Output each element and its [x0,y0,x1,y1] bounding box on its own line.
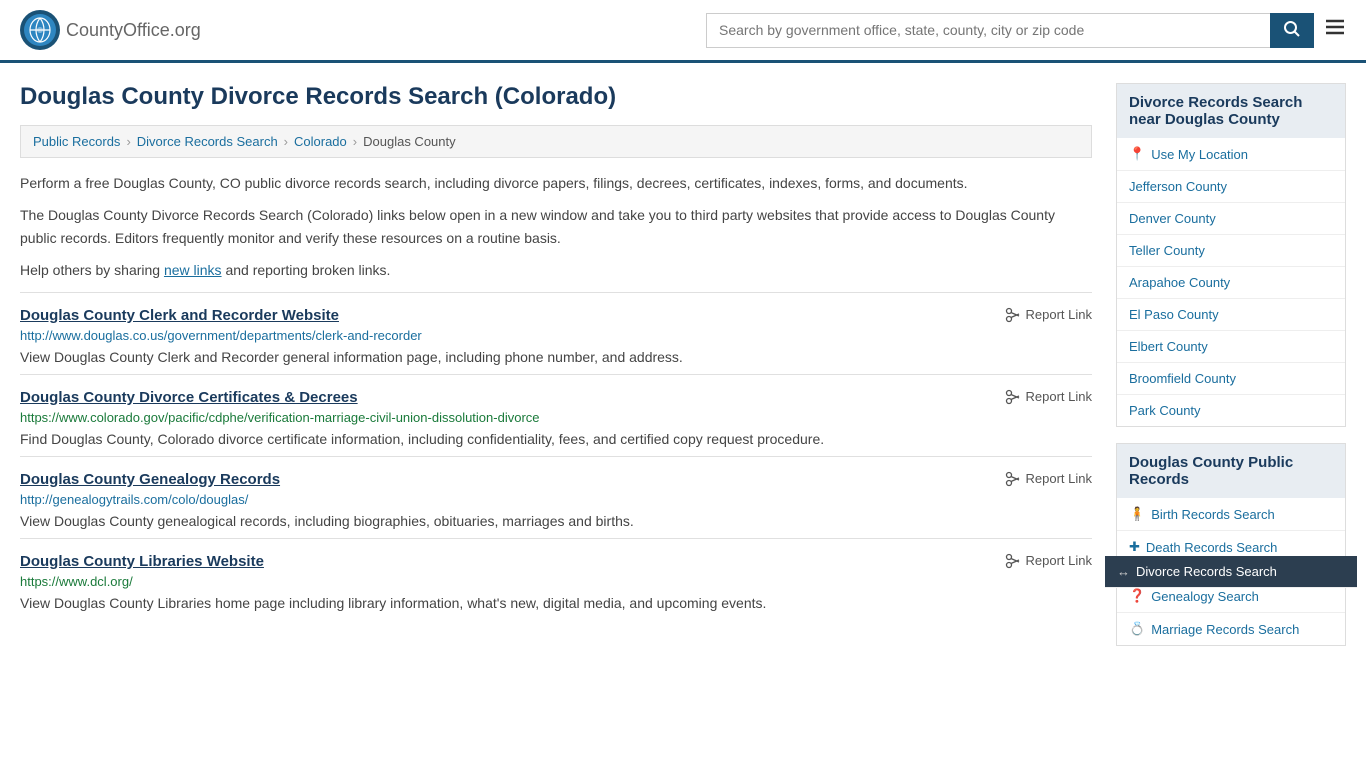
elbert-county-link[interactable]: Elbert County [1129,339,1333,354]
record-item-genealogy: Douglas County Genealogy Records Report … [20,456,1092,538]
sidebar: Divorce Records Search near Douglas Coun… [1116,83,1346,662]
breadcrumb-sep-3: › [353,134,357,149]
sidebar-arapahoe-county[interactable]: Arapahoe County [1117,267,1345,299]
description-3: Help others by sharing new links and rep… [20,259,1092,281]
marriage-records-link[interactable]: 💍 Marriage Records Search [1129,621,1333,637]
breadcrumb-current: Douglas County [363,134,456,149]
record-item-header-2: Douglas County Divorce Certificates & De… [20,389,1092,406]
new-links-link[interactable]: new links [164,262,222,278]
sidebar-public-records-list: 🧍 Birth Records Search ✚ Death Records S… [1117,498,1345,645]
death-icon: ✚ [1129,539,1140,555]
menu-button[interactable] [1324,13,1346,48]
record-item-clerk-recorder: Douglas County Clerk and Recorder Websit… [20,292,1092,374]
sidebar-elbert-county[interactable]: Elbert County [1117,331,1345,363]
genealogy-search-link[interactable]: ❓ Genealogy Search [1129,588,1333,604]
logo-icon [20,10,60,50]
broomfield-county-link[interactable]: Broomfield County [1129,371,1333,386]
breadcrumb-sep-2: › [284,134,288,149]
genealogy-icon: ❓ [1129,588,1145,604]
sidebar-public-records-section: Douglas County Public Records 🧍 Birth Re… [1116,443,1346,646]
report-link-btn-divorce-certs[interactable]: Report Link [1005,389,1092,405]
description-1: Perform a free Douglas County, CO public… [20,172,1092,194]
birth-icon: 🧍 [1129,506,1145,522]
sidebar-birth-records[interactable]: 🧍 Birth Records Search [1117,498,1345,531]
breadcrumb: Public Records › Divorce Records Search … [20,125,1092,158]
death-records-link[interactable]: ✚ Death Records Search [1129,539,1333,555]
sidebar-genealogy-search[interactable]: ❓ Genealogy Search [1117,580,1345,613]
scissors-icon-3 [1005,471,1021,487]
birth-records-link[interactable]: 🧍 Birth Records Search [1129,506,1333,522]
sidebar-park-county[interactable]: Park County [1117,395,1345,426]
sidebar-marriage-records[interactable]: 💍 Marriage Records Search [1117,613,1345,645]
search-input[interactable] [706,13,1270,48]
sidebar-nearby-section: Divorce Records Search near Douglas Coun… [1116,83,1346,427]
record-url-4: https://www.dcl.org/ [20,574,1092,589]
divorce-records-link[interactable]: ↔ Divorce Records Search [1117,564,1345,579]
logo-text: CountyOffice.org [66,20,201,41]
record-item-divorce-certs: Douglas County Divorce Certificates & De… [20,374,1092,456]
report-link-btn-libraries[interactable]: Report Link [1005,553,1092,569]
record-title-genealogy[interactable]: Douglas County Genealogy Records [20,471,280,488]
record-url-1: http://www.douglas.co.us/government/depa… [20,328,1092,343]
scissors-icon-4 [1005,553,1021,569]
sidebar-nearby-list: 📍 Use My Location Jefferson County Denve… [1117,138,1345,426]
report-link-btn-clerk-recorder[interactable]: Report Link [1005,307,1092,323]
sidebar-teller-county[interactable]: Teller County [1117,235,1345,267]
record-desc-1: View Douglas County Clerk and Recorder g… [20,347,1092,368]
breadcrumb-colorado[interactable]: Colorado [294,134,347,149]
search-area [706,13,1346,48]
teller-county-link[interactable]: Teller County [1129,243,1333,258]
sidebar-use-my-location[interactable]: 📍 Use My Location [1117,138,1345,171]
scissors-icon-1 [1005,307,1021,323]
record-url-2: https://www.colorado.gov/pacific/cdphe/v… [20,410,1092,425]
use-my-location-label: Use My Location [1151,147,1248,162]
denver-county-link[interactable]: Denver County [1129,211,1333,226]
sidebar-broomfield-county[interactable]: Broomfield County [1117,363,1345,395]
record-desc-3: View Douglas County genealogical records… [20,511,1092,532]
content-area: Douglas County Divorce Records Search (C… [20,83,1092,662]
jefferson-county-link[interactable]: Jefferson County [1129,179,1333,194]
marriage-icon: 💍 [1129,621,1145,637]
record-item-header-3: Douglas County Genealogy Records Report … [20,471,1092,488]
divorce-icon: ↔ [1117,564,1130,579]
header: CountyOffice.org [0,0,1366,63]
record-desc-4: View Douglas County Libraries home page … [20,593,1092,614]
record-title-divorce-certs[interactable]: Douglas County Divorce Certificates & De… [20,389,358,406]
sidebar-jefferson-county[interactable]: Jefferson County [1117,171,1345,203]
report-link-btn-genealogy[interactable]: Report Link [1005,471,1092,487]
record-url-3: http://genealogytrails.com/colo/douglas/ [20,492,1092,507]
record-desc-2: Find Douglas County, Colorado divorce ce… [20,429,1092,450]
logo[interactable]: CountyOffice.org [20,10,201,50]
park-county-link[interactable]: Park County [1129,403,1333,418]
record-item-header-4: Douglas County Libraries Website Report … [20,553,1092,570]
record-title-clerk-recorder[interactable]: Douglas County Clerk and Recorder Websit… [20,307,339,324]
sidebar-nearby-header: Divorce Records Search near Douglas Coun… [1117,84,1345,138]
record-title-libraries[interactable]: Douglas County Libraries Website [20,553,264,570]
records-list: Douglas County Clerk and Recorder Websit… [20,292,1092,620]
location-icon: 📍 [1129,146,1145,162]
search-icon [1284,21,1300,37]
hamburger-icon [1324,16,1346,38]
sidebar-el-paso-county[interactable]: El Paso County [1117,299,1345,331]
scissors-icon-2 [1005,389,1021,405]
sidebar-public-records-header: Douglas County Public Records [1117,444,1345,498]
search-button[interactable] [1270,13,1314,48]
breadcrumb-sep-1: › [126,134,130,149]
record-item-libraries: Douglas County Libraries Website Report … [20,538,1092,620]
description-2: The Douglas County Divorce Records Searc… [20,204,1092,249]
breadcrumb-public-records[interactable]: Public Records [33,134,120,149]
arapahoe-county-link[interactable]: Arapahoe County [1129,275,1333,290]
main-layout: Douglas County Divorce Records Search (C… [0,63,1366,682]
record-item-header: Douglas County Clerk and Recorder Websit… [20,307,1092,324]
page-title: Douglas County Divorce Records Search (C… [20,83,1092,111]
sidebar-denver-county[interactable]: Denver County [1117,203,1345,235]
el-paso-county-link[interactable]: El Paso County [1129,307,1333,322]
breadcrumb-divorce-records-search[interactable]: Divorce Records Search [137,134,278,149]
use-my-location-link[interactable]: 📍 Use My Location [1129,146,1333,162]
